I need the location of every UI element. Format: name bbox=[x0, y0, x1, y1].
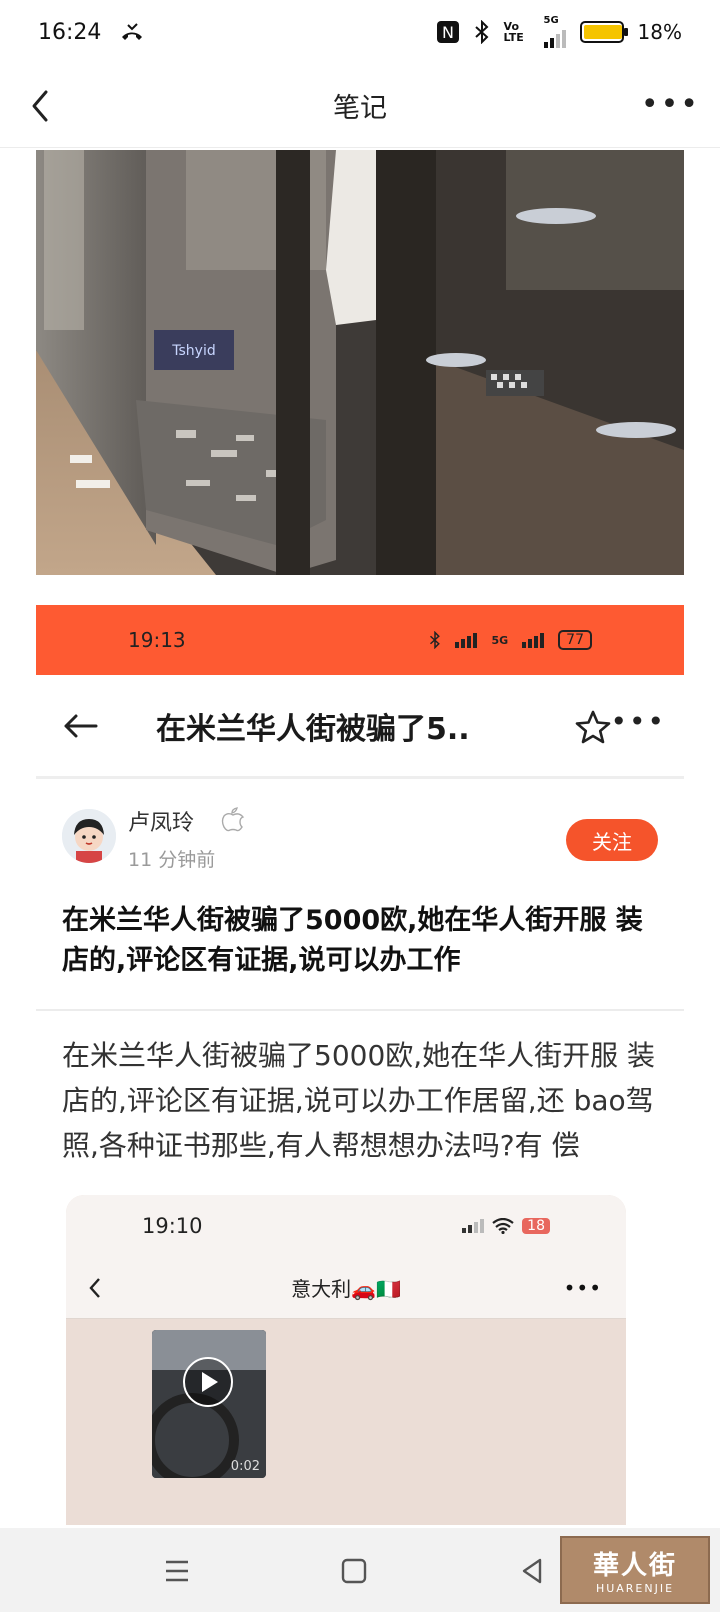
status-bar: 16:24 N Vo LTE 5G 18% bbox=[0, 0, 720, 64]
photo-image: Tshyid bbox=[36, 150, 684, 575]
back-icon[interactable] bbox=[515, 1554, 549, 1588]
embedded-back-arrow-icon[interactable] bbox=[60, 711, 100, 741]
system-nav-bar: 華人街 HUARENJIE bbox=[0, 1528, 720, 1612]
page-title: 笔记 bbox=[333, 93, 387, 124]
missed-call-icon bbox=[122, 23, 143, 40]
embedded-post-header-title: 在米兰华人街被骗了5.. bbox=[156, 711, 470, 747]
app-header: 笔记 ••• bbox=[0, 64, 720, 148]
embedded-battery: 77 bbox=[558, 630, 592, 650]
embedded-nav-bar: 在米兰华人街被骗了5.. ••• bbox=[36, 675, 684, 779]
inner-battery: 18 bbox=[522, 1218, 550, 1234]
home-icon[interactable] bbox=[337, 1554, 371, 1588]
video-thumbnail[interactable]: 0:02 bbox=[152, 1330, 266, 1478]
star-icon[interactable] bbox=[574, 709, 612, 745]
post-time: 11 分钟前 bbox=[128, 849, 216, 871]
wifi-icon bbox=[492, 1218, 514, 1234]
follow-button[interactable]: 关注 bbox=[566, 819, 658, 861]
inner-signal-icon bbox=[462, 1219, 485, 1233]
status-time: 16:24 bbox=[38, 19, 102, 45]
embedded-status-bar: 19:13 5G 77 bbox=[36, 605, 684, 675]
battery-icon bbox=[579, 21, 628, 43]
more-options-button[interactable]: ••• bbox=[641, 90, 700, 120]
author-row: 卢凤玲 11 分钟前 关注 bbox=[36, 779, 684, 879]
video-duration: 0:02 bbox=[230, 1459, 260, 1474]
avatar[interactable] bbox=[62, 809, 116, 863]
volte-icon: Vo LTE bbox=[503, 20, 524, 44]
embedded-bluetooth-icon bbox=[430, 631, 441, 649]
battery-percent: 18% bbox=[637, 20, 682, 44]
embedded-status-time: 19:13 bbox=[128, 628, 186, 652]
svg-text:Tshyid: Tshyid bbox=[171, 343, 215, 359]
back-arrow-icon[interactable] bbox=[22, 86, 62, 126]
embedded-network-label: 5G bbox=[491, 633, 509, 647]
embedded-screenshot[interactable]: 19:13 5G 77 在米兰华人街被骗了5.. ••• 卢凤玲 11 分钟前 … bbox=[36, 605, 684, 1530]
inner-chat-screenshot[interactable]: 19:10 18 意大利🚗🇮🇹 ••• 0:02 bbox=[66, 1195, 626, 1525]
embedded-signal-icon bbox=[455, 632, 478, 648]
post-body: 在米兰华人街被骗了5000欧,她在华人街开服 装店的,评论区有证据,说可以办工作… bbox=[62, 1039, 656, 1162]
inner-chat-nav: 意大利🚗🇮🇹 ••• bbox=[66, 1257, 626, 1319]
store-window-photo[interactable]: Tshyid bbox=[36, 150, 684, 575]
inner-status-time: 19:10 bbox=[142, 1214, 203, 1238]
signal-icon: 5G bbox=[543, 16, 566, 48]
svg-text:N: N bbox=[442, 23, 454, 42]
watermark-logo: 華人街 HUARENJIE bbox=[560, 1536, 710, 1604]
bluetooth-icon bbox=[474, 20, 488, 44]
inner-more-icon[interactable]: ••• bbox=[564, 1276, 602, 1300]
author-name[interactable]: 卢凤玲 bbox=[128, 805, 194, 837]
nfc-icon: N bbox=[436, 21, 459, 43]
embedded-more-button[interactable]: ••• bbox=[610, 705, 666, 738]
embedded-signal-icon-2 bbox=[522, 632, 545, 648]
menu-icon[interactable] bbox=[160, 1554, 194, 1588]
post-title: 在米兰华人街被骗了5000欧,她在华人街开服 装店的,评论区有证据,说可以办工作 bbox=[36, 879, 684, 1011]
inner-chat-title: 意大利🚗🇮🇹 bbox=[291, 1277, 401, 1301]
apple-icon bbox=[221, 807, 245, 832]
inner-status-bar: 19:10 18 bbox=[66, 1195, 626, 1257]
